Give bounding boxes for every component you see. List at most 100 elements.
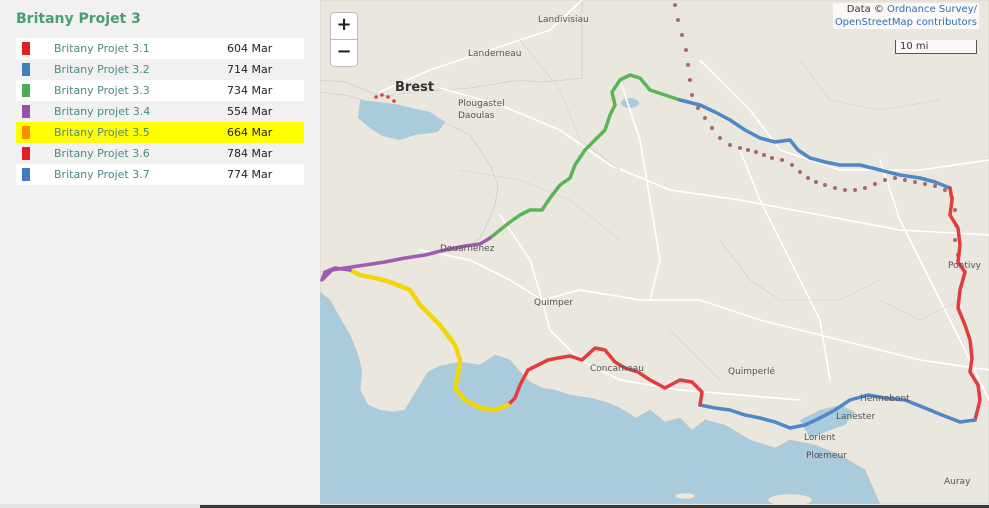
- boundary-dot: [943, 188, 947, 192]
- route-date: 4 Mar: [241, 126, 273, 139]
- scale-bar: 10 mi: [895, 40, 977, 54]
- boundary-dot: [710, 126, 714, 130]
- route-name-link[interactable]: Britany Projet 3.6: [54, 143, 209, 164]
- route-distance: 66: [227, 126, 241, 139]
- lake: [621, 98, 639, 108]
- place-label: Quimperlé: [728, 366, 776, 377]
- place-label: Lanester: [836, 412, 876, 422]
- island: [674, 492, 696, 500]
- place-label: Brest: [395, 80, 434, 95]
- route-row[interactable]: Britany Projet 3.1 60 4 Mar: [16, 38, 304, 59]
- route-date: 4 Mar: [241, 147, 273, 160]
- boundary-dot: [814, 180, 818, 184]
- route-distance: 55: [227, 105, 241, 118]
- place-label: Pontivy: [948, 261, 982, 271]
- route-date: 4 Mar: [241, 105, 273, 118]
- route-date: 4 Mar: [241, 84, 273, 97]
- zoom-in-button[interactable]: +: [330, 12, 358, 40]
- boundary-dot: [703, 116, 707, 120]
- route-color-swatch: [22, 63, 30, 76]
- attribution: Data © Ordnance Survey/ OpenStreetMap co…: [832, 3, 979, 29]
- route-row[interactable]: Britany projet 3.4 55 4 Mar: [16, 101, 304, 122]
- zoom-out-button[interactable]: −: [330, 39, 358, 67]
- route-distance: 78: [227, 147, 241, 160]
- boundary-dot: [873, 182, 877, 186]
- route-color-swatch: [22, 105, 30, 118]
- boundary-dot: [806, 176, 810, 180]
- boundary-dot: [863, 186, 867, 190]
- route-row[interactable]: Britany Projet 3.3 73 4 Mar: [16, 80, 304, 101]
- map-canvas[interactable]: Landivisiau Landerneau Brest Plougastel …: [320, 0, 989, 504]
- island: [767, 493, 813, 504]
- route-distance: 73: [227, 84, 241, 97]
- route-color-cell: [16, 122, 54, 143]
- route-name-link[interactable]: Britany Projet 3.7: [54, 164, 209, 185]
- map[interactable]: Landivisiau Landerneau Brest Plougastel …: [320, 0, 989, 504]
- route-color-cell: [16, 101, 54, 122]
- boundary-dot: [953, 238, 957, 242]
- place-label: Douarnenez: [440, 244, 495, 254]
- place-label: Plœmeur: [806, 451, 847, 461]
- place-label: Auray: [944, 477, 971, 487]
- boundary-dot: [798, 170, 802, 174]
- boundary-dot: [770, 156, 774, 160]
- boundary-dot: [680, 33, 684, 37]
- route-date: 4 Mar: [241, 168, 273, 181]
- route-color-swatch: [22, 126, 30, 139]
- boundary-dot: [903, 178, 907, 182]
- boundary-dot: [833, 186, 837, 190]
- boundary-dot: [676, 18, 680, 22]
- boundary-dot: [754, 150, 758, 154]
- page-title: Britany Projet 3: [16, 11, 141, 27]
- route-color-cell: [16, 59, 54, 80]
- place-label: Quimper: [534, 298, 573, 308]
- boundary-dot: [883, 178, 887, 182]
- attribution-link-os[interactable]: Ordnance Survey/: [887, 4, 977, 15]
- place-label: Concarneau: [590, 364, 644, 374]
- route-color-swatch: [22, 147, 30, 160]
- route-color-cell: [16, 80, 54, 101]
- route-row[interactable]: Britany Projet 3.6 78 4 Mar: [16, 143, 304, 164]
- boundary-dot: [684, 48, 688, 52]
- boundary-dot: [893, 176, 897, 180]
- route-row[interactable]: Britany Projet 3.7 77 4 Mar: [16, 164, 304, 185]
- place-label: Hennebont: [860, 394, 910, 404]
- place-label: Plougastel: [458, 99, 505, 109]
- boundary-dot: [688, 78, 692, 82]
- boundary-dot: [746, 148, 750, 152]
- boundary-dot: [738, 146, 742, 150]
- place-label: Landerneau: [468, 49, 522, 59]
- sidebar: Britany Projet 3 Britany Projet 3.1 60 4 M…: [0, 0, 320, 508]
- route-name-link[interactable]: Britany projet 3.4: [54, 101, 209, 122]
- route-name-link[interactable]: Britany Projet 3.3: [54, 80, 209, 101]
- boundary-dot: [923, 182, 927, 186]
- route-color-swatch: [22, 42, 30, 55]
- route-name-link[interactable]: Britany Projet 3.2: [54, 59, 209, 80]
- route-color-cell: [16, 143, 54, 164]
- boundary-dot: [690, 93, 694, 97]
- route-row[interactable]: Britany Projet 3.2 71 4 Mar: [16, 59, 304, 80]
- boundary-dot: [728, 143, 732, 147]
- attribution-link-osm[interactable]: OpenStreetMap contributors: [835, 17, 977, 28]
- route-distance: 60: [227, 42, 241, 55]
- route-name-link[interactable]: Britany Projet 3.5: [54, 122, 209, 143]
- boundary-dot: [823, 183, 827, 187]
- boundary-dot: [790, 163, 794, 167]
- boundary-dot: [843, 188, 847, 192]
- route-color-cell: [16, 164, 54, 185]
- boundary-dot: [933, 184, 937, 188]
- route-row[interactable]: Britany Projet 3.5 66 4 Mar: [16, 122, 304, 143]
- place-label: Daoulas: [458, 111, 495, 121]
- route-color-cell: [16, 38, 54, 59]
- route-color-swatch: [22, 84, 30, 97]
- boundary-dot: [853, 188, 857, 192]
- boundary-dot: [780, 158, 784, 162]
- boundary-dot: [762, 153, 766, 157]
- route-table: Britany Projet 3.1 60 4 Mar Britany Projet …: [16, 38, 304, 185]
- boundary-dot: [673, 3, 677, 7]
- route-date: 4 Mar: [241, 42, 273, 55]
- route-name-link[interactable]: Britany Projet 3.1: [54, 38, 209, 59]
- boundary-dot: [718, 136, 722, 140]
- boundary-dot: [686, 63, 690, 67]
- attribution-prefix: Data ©: [846, 4, 884, 15]
